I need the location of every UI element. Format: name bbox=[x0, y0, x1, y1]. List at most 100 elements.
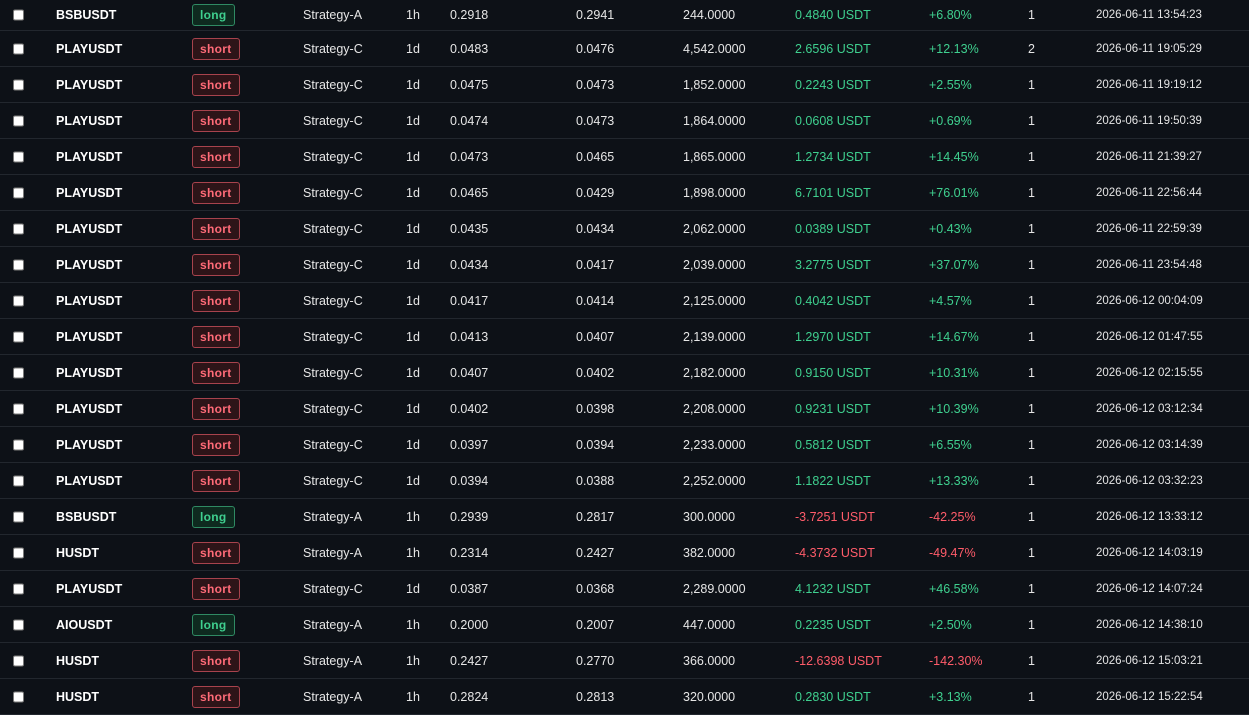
table-row[interactable]: PLAYUSDT short Strategy-C 1d 0.0387 0.0368 2,2… bbox=[0, 571, 1249, 607]
symbol: HUSDT bbox=[56, 653, 100, 668]
pnl-percent: +0.43% bbox=[929, 221, 972, 236]
table-row[interactable]: HUSDT short Strategy-A 1h 0.2427 0.2770 366.00… bbox=[0, 643, 1249, 679]
table-row[interactable]: PLAYUSDT short Strategy-C 1d 0.0475 0.0473 1,8… bbox=[0, 67, 1249, 103]
trade-count: 1 bbox=[1028, 365, 1035, 380]
symbol: PLAYUSDT bbox=[56, 329, 123, 344]
entry-price: 0.0473 bbox=[450, 149, 489, 164]
strategy: Strategy-A bbox=[303, 689, 363, 704]
exit-price: 0.0402 bbox=[576, 365, 615, 380]
table-row[interactable]: PLAYUSDT short Strategy-C 1d 0.0417 0.0414 2,1… bbox=[0, 283, 1249, 319]
trade-count: 1 bbox=[1028, 185, 1035, 200]
quantity: 2,233.0000 bbox=[683, 437, 746, 452]
row-select-checkbox[interactable] bbox=[13, 619, 24, 630]
timestamp: 2026-06-12 03:14:39 bbox=[1096, 438, 1203, 451]
exit-price: 0.0476 bbox=[576, 41, 615, 56]
row-select-checkbox[interactable] bbox=[13, 43, 24, 54]
table-row[interactable]: BSBUSDT long Strategy-A 1h 0.2939 0.2817 300.0… bbox=[0, 499, 1249, 535]
trade-count: 1 bbox=[1028, 545, 1035, 560]
exit-price: 0.0434 bbox=[576, 221, 615, 236]
trade-count: 1 bbox=[1028, 257, 1035, 272]
row-select-checkbox[interactable] bbox=[13, 511, 24, 522]
table-row[interactable]: PLAYUSDT short Strategy-C 1d 0.0434 0.0417 2,0… bbox=[0, 247, 1249, 283]
timestamp: 2026-06-11 21:39:27 bbox=[1096, 150, 1202, 163]
trade-count: 2 bbox=[1028, 41, 1035, 56]
table-row[interactable]: PLAYUSDT short Strategy-C 1d 0.0474 0.0473 1,8… bbox=[0, 103, 1249, 139]
table-row[interactable]: PLAYUSDT short Strategy-C 1d 0.0394 0.0388 2,2… bbox=[0, 463, 1249, 499]
strategy: Strategy-C bbox=[303, 149, 363, 164]
timestamp: 2026-06-12 15:22:54 bbox=[1096, 690, 1203, 703]
timeframe: 1d bbox=[406, 581, 420, 596]
row-select-checkbox[interactable] bbox=[13, 151, 24, 162]
table-row[interactable]: PLAYUSDT short Strategy-C 1d 0.0483 0.0476 4,5… bbox=[0, 31, 1249, 67]
strategy: Strategy-C bbox=[303, 473, 363, 488]
row-select-checkbox[interactable] bbox=[13, 9, 24, 21]
pnl-percent: +4.57% bbox=[929, 293, 972, 308]
trade-count: 1 bbox=[1028, 473, 1035, 488]
exit-price: 0.0429 bbox=[576, 185, 615, 200]
timestamp: 2026-06-12 14:38:10 bbox=[1096, 618, 1203, 631]
table-row[interactable]: PLAYUSDT short Strategy-C 1d 0.0397 0.0394 2,2… bbox=[0, 427, 1249, 463]
strategy: Strategy-C bbox=[303, 365, 363, 380]
row-select-checkbox[interactable] bbox=[13, 223, 24, 234]
timeframe: 1h bbox=[406, 8, 420, 22]
row-select-checkbox[interactable] bbox=[13, 367, 24, 378]
pnl: 0.9231 USDT bbox=[795, 401, 871, 416]
table-row[interactable]: PLAYUSDT short Strategy-C 1d 0.0435 0.0434 2,0… bbox=[0, 211, 1249, 247]
symbol: PLAYUSDT bbox=[56, 581, 123, 596]
timeframe: 1d bbox=[406, 401, 420, 416]
row-select-checkbox[interactable] bbox=[13, 691, 24, 702]
symbol: HUSDT bbox=[56, 545, 100, 560]
table-row[interactable]: HUSDT short Strategy-A 1h 0.2824 0.2813 320.00… bbox=[0, 679, 1249, 715]
timestamp: 2026-06-12 03:32:23 bbox=[1096, 474, 1203, 487]
table-row[interactable]: PLAYUSDT short Strategy-C 1d 0.0473 0.0465 1,8… bbox=[0, 139, 1249, 175]
exit-price: 0.2427 bbox=[576, 545, 615, 560]
row-select-checkbox[interactable] bbox=[13, 547, 24, 558]
timeframe: 1d bbox=[406, 293, 420, 308]
side-badge: short bbox=[192, 649, 240, 672]
side-badge: short bbox=[192, 37, 240, 60]
strategy: Strategy-C bbox=[303, 257, 363, 272]
strategy: Strategy-C bbox=[303, 221, 363, 236]
strategy: Strategy-C bbox=[303, 437, 363, 452]
exit-price: 0.2007 bbox=[576, 617, 615, 632]
timestamp: 2026-06-11 13:54:23 bbox=[1096, 9, 1202, 21]
trade-count: 1 bbox=[1028, 689, 1035, 704]
quantity: 1,898.0000 bbox=[683, 185, 746, 200]
quantity: 300.0000 bbox=[683, 509, 736, 524]
trade-count: 1 bbox=[1028, 581, 1035, 596]
entry-price: 0.0413 bbox=[450, 329, 489, 344]
table-row[interactable]: AIOUSDT long Strategy-A 1h 0.2000 0.2007 447.0… bbox=[0, 607, 1249, 643]
table-row[interactable]: PLAYUSDT short Strategy-C 1d 0.0402 0.0398 2,2… bbox=[0, 391, 1249, 427]
pnl: 3.2775 USDT bbox=[795, 257, 871, 272]
table-row[interactable]: BSBUSDT long Strategy-A 1h 0.2918 0.2941 244.0… bbox=[0, 0, 1249, 31]
row-select-checkbox[interactable] bbox=[13, 115, 24, 126]
pnl: 0.9150 USDT bbox=[795, 365, 871, 380]
row-select-checkbox[interactable] bbox=[13, 79, 24, 90]
table-row[interactable]: HUSDT short Strategy-A 1h 0.2314 0.2427 382.00… bbox=[0, 535, 1249, 571]
side-badge: short bbox=[192, 73, 240, 96]
row-select-checkbox[interactable] bbox=[13, 583, 24, 594]
row-select-checkbox[interactable] bbox=[13, 475, 24, 486]
pnl-percent: -142.30% bbox=[929, 653, 983, 668]
table-row[interactable]: PLAYUSDT short Strategy-C 1d 0.0413 0.0407 2,1… bbox=[0, 319, 1249, 355]
row-select-checkbox[interactable] bbox=[13, 439, 24, 450]
symbol: BSBUSDT bbox=[56, 8, 117, 22]
pnl-percent: +2.55% bbox=[929, 77, 972, 92]
row-select-checkbox[interactable] bbox=[13, 331, 24, 342]
row-select-checkbox[interactable] bbox=[13, 187, 24, 198]
row-select-checkbox[interactable] bbox=[13, 655, 24, 666]
quantity: 2,039.0000 bbox=[683, 257, 746, 272]
pnl-percent: +3.13% bbox=[929, 689, 972, 704]
table-row[interactable]: PLAYUSDT short Strategy-C 1d 0.0407 0.0402 2,1… bbox=[0, 355, 1249, 391]
row-select-checkbox[interactable] bbox=[13, 403, 24, 414]
row-select-checkbox[interactable] bbox=[13, 295, 24, 306]
exit-price: 0.2813 bbox=[576, 689, 615, 704]
side-badge: short bbox=[192, 109, 240, 132]
quantity: 1,864.0000 bbox=[683, 113, 746, 128]
quantity: 4,542.0000 bbox=[683, 41, 746, 56]
side-badge: short bbox=[192, 289, 240, 312]
timeframe: 1h bbox=[406, 545, 420, 560]
row-select-checkbox[interactable] bbox=[13, 259, 24, 270]
quantity: 382.0000 bbox=[683, 545, 736, 560]
table-row[interactable]: PLAYUSDT short Strategy-C 1d 0.0465 0.0429 1,8… bbox=[0, 175, 1249, 211]
